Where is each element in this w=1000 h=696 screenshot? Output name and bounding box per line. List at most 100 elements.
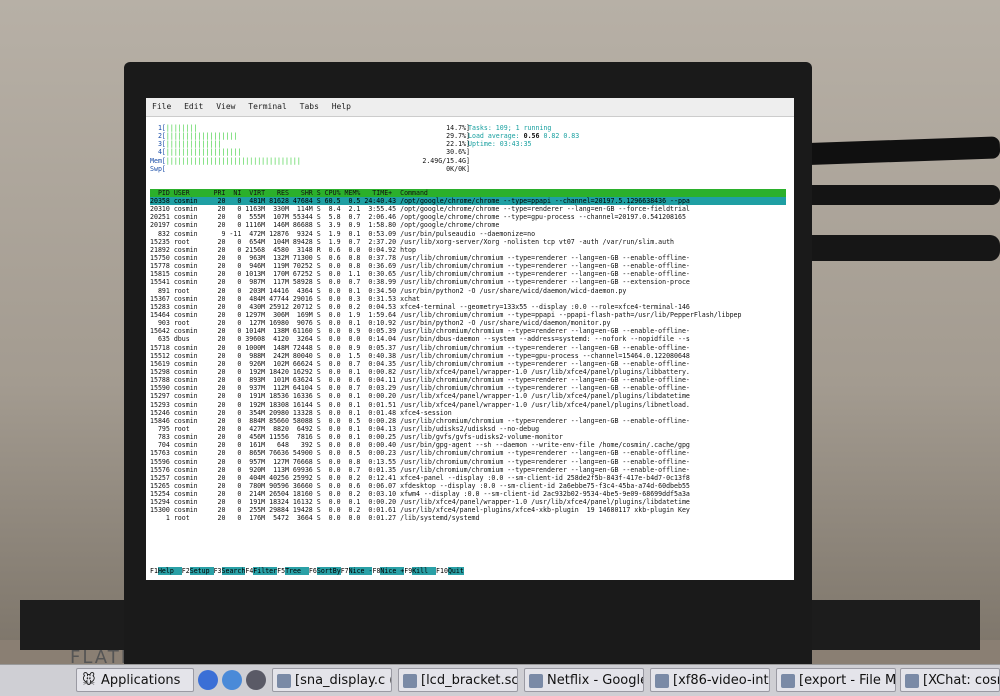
fkey-f5[interactable]: F5 bbox=[277, 567, 286, 576]
taskbar-window-title: [export - File Man... bbox=[799, 673, 896, 688]
process-row[interactable]: 21892 cosmin 20 0 21568 4580 3148 R 0.6 … bbox=[150, 246, 786, 254]
process-row[interactable]: 635 dbus 20 0 39608 4120 3264 S 0.0 0.0 … bbox=[150, 335, 786, 343]
process-row[interactable]: 15294 cosmin 20 0 191M 18324 16132 S 0.0… bbox=[150, 498, 786, 506]
meter-value: 0K/0K] bbox=[446, 164, 470, 173]
meter-bar: |||||||||||||||||| bbox=[165, 132, 238, 141]
mouse-icon: 🐭 bbox=[82, 673, 96, 688]
fkey-label[interactable]: Kill bbox=[412, 567, 437, 576]
fkey-f1[interactable]: F1 bbox=[150, 567, 158, 576]
fkey-label[interactable]: Quit bbox=[447, 567, 464, 576]
fkey-f2[interactable]: F2 bbox=[181, 567, 190, 576]
process-row[interactable]: 783 cosmin 20 0 456M 11556 7816 S 0.0 0.… bbox=[150, 433, 786, 441]
process-row[interactable]: 15300 cosmin 20 0 255M 29884 19428 S 0.0… bbox=[150, 506, 786, 514]
fkey-f3[interactable]: F3 bbox=[213, 567, 222, 576]
process-row[interactable]: 15297 cosmin 20 0 191M 18536 16336 S 0.0… bbox=[150, 392, 786, 400]
process-row[interactable]: 15846 cosmin 20 0 884M 85660 58088 S 0.0… bbox=[150, 417, 786, 425]
taskbar-window-button[interactable]: [sna_display.c (~... bbox=[272, 668, 392, 692]
process-row[interactable]: 1 root 20 0 176M 5472 3664 S 0.0 0.0 0:0… bbox=[150, 514, 786, 522]
fkey-f8[interactable]: F8 bbox=[372, 567, 381, 576]
process-row[interactable]: 15541 cosmin 20 0 987M 117M 58928 S 0.0 … bbox=[150, 278, 786, 286]
process-row[interactable]: 15464 cosmin 20 0 1297M 306M 169M S 0.0 … bbox=[150, 311, 786, 319]
meter-value: 30.6%] bbox=[446, 148, 470, 157]
meter-label: 4[ bbox=[150, 148, 166, 157]
menu-help[interactable]: Help bbox=[332, 102, 351, 111]
process-row[interactable]: 15283 cosmin 20 0 430M 25912 20712 S 0.0… bbox=[150, 303, 786, 311]
fkey-f6[interactable]: F6 bbox=[308, 567, 317, 576]
process-row[interactable]: 15788 cosmin 20 0 893M 101M 63624 S 0.0 … bbox=[150, 376, 786, 384]
taskbar-window-button[interactable]: [XChat: cosm bbox=[900, 668, 1000, 692]
meter-1: 1[|||||||| 14.7%] bbox=[150, 124, 470, 132]
process-row[interactable]: 20358 cosmin 20 0 481M 81628 47684 S 60.… bbox=[150, 197, 786, 206]
terminal-launcher-icon[interactable] bbox=[246, 670, 266, 690]
fkey-label[interactable]: Nice - bbox=[348, 567, 373, 576]
meter-bar: |||||||||||||| bbox=[165, 140, 222, 149]
menu-terminal[interactable]: Terminal bbox=[248, 102, 287, 111]
process-row[interactable]: 832 cosmin 9 -11 472M 12876 9324 S 1.9 0… bbox=[150, 230, 786, 238]
process-row[interactable]: 15265 cosmin 20 0 780M 90596 36660 S 0.0… bbox=[150, 482, 786, 490]
htop-view[interactable]: 1[|||||||| 14.7%] 2[|||||||||||||||||| 29.… bbox=[150, 120, 786, 576]
process-row[interactable]: 903 root 20 0 127M 16980 9076 S 0.0 0.1 … bbox=[150, 319, 786, 327]
process-row[interactable]: 15718 cosmin 20 0 1000M 148M 72448 S 0.0… bbox=[150, 344, 786, 352]
meter-bar: |||||||| bbox=[165, 124, 198, 132]
window-icon bbox=[655, 674, 669, 688]
fkey-f10[interactable]: F10 bbox=[436, 567, 448, 576]
process-row[interactable]: 15367 cosmin 20 0 484M 47744 29016 S 0.0… bbox=[150, 295, 786, 303]
process-row[interactable]: 15235 root 20 0 654M 104M 89428 S 1.9 0.… bbox=[150, 238, 786, 246]
meter-label: 2[ bbox=[150, 132, 166, 141]
process-row[interactable]: 15254 cosmin 20 0 214M 26504 18160 S 0.0… bbox=[150, 490, 786, 498]
meter-label: Swp[ bbox=[150, 164, 166, 173]
taskbar-window-button[interactable]: [export - File Man... bbox=[776, 668, 896, 692]
process-row[interactable]: 891 root 20 0 203M 14416 4364 S 0.0 0.1 … bbox=[150, 287, 786, 295]
process-row[interactable]: 15596 cosmin 20 0 957M 127M 76668 S 0.0 … bbox=[150, 458, 786, 466]
process-row[interactable]: 15298 cosmin 20 0 192M 18420 16292 S 0.0… bbox=[150, 368, 786, 376]
process-row[interactable]: 15815 cosmin 20 0 1013M 170M 67252 S 0.0… bbox=[150, 270, 786, 278]
fkey-label[interactable]: Search bbox=[221, 567, 246, 576]
browser-launcher-icon[interactable] bbox=[222, 670, 242, 690]
menu-view[interactable]: View bbox=[216, 102, 235, 111]
meter-bar: |||||||||||||||||||||||||||||||||| bbox=[165, 156, 301, 165]
applications-menu-button[interactable]: 🐭 Applications bbox=[76, 668, 194, 692]
taskbar-window-button[interactable]: [lcd_bracket.sca... bbox=[398, 668, 518, 692]
process-row[interactable]: 15763 cosmin 20 0 865M 76636 54900 S 0.0… bbox=[150, 449, 786, 457]
menu-file[interactable]: File bbox=[152, 102, 171, 111]
window-icon bbox=[905, 674, 919, 688]
process-table-header[interactable]: PID USER PRI NI VIRT RES SHR S CPU% MEM%… bbox=[150, 189, 786, 198]
fkey-label[interactable]: Help bbox=[157, 567, 182, 576]
menu-tabs[interactable]: Tabs bbox=[300, 102, 319, 111]
process-row[interactable]: 20310 cosmin 20 0 1163M 330M 114M S 8.4 … bbox=[150, 205, 786, 213]
process-row[interactable]: 20251 cosmin 20 0 555M 107M 55344 S 5.8 … bbox=[150, 213, 786, 221]
process-row[interactable]: 15750 cosmin 20 0 963M 132M 71300 S 0.6 … bbox=[150, 254, 786, 262]
process-row[interactable]: 15257 cosmin 20 0 404M 40256 25992 S 0.0… bbox=[150, 474, 786, 482]
menu-edit[interactable]: Edit bbox=[184, 102, 203, 111]
process-row[interactable]: 15293 cosmin 20 0 192M 18308 16144 S 0.0… bbox=[150, 401, 786, 409]
process-row[interactable]: 15512 cosmin 20 0 988M 242M 80040 S 0.0 … bbox=[150, 352, 786, 360]
fkey-label[interactable]: Nice + bbox=[380, 567, 405, 576]
fkey-label[interactable]: Filter bbox=[253, 567, 278, 576]
fkey-f4[interactable]: F4 bbox=[245, 567, 254, 576]
fkey-label[interactable]: Tree bbox=[285, 567, 309, 576]
process-row[interactable]: 795 root 20 0 427M 8820 6492 S 0.0 0.1 0… bbox=[150, 425, 786, 433]
process-row[interactable]: 15590 cosmin 20 0 937M 112M 64104 S 0.0 … bbox=[150, 384, 786, 392]
process-row[interactable]: 704 cosmin 20 0 161M 648 392 S 0.0 0.0 0… bbox=[150, 441, 786, 449]
window-icon bbox=[781, 674, 795, 688]
meter-4: 4[||||||||||||||||||| 30.6%] bbox=[150, 148, 470, 156]
fkey-label[interactable]: SortBy bbox=[316, 567, 341, 576]
process-row[interactable]: 15619 cosmin 20 0 926M 102M 66624 S 0.0 … bbox=[150, 360, 786, 368]
taskbar-window-button[interactable]: Netflix - Google ... bbox=[524, 668, 644, 692]
window-icon bbox=[403, 674, 417, 688]
fkey-f9[interactable]: F9 bbox=[404, 567, 413, 576]
process-row[interactable]: 15642 cosmin 20 0 1014M 138M 61160 S 0.0… bbox=[150, 327, 786, 335]
taskbar-window-button[interactable]: [xf86-video-intel ... bbox=[650, 668, 770, 692]
meter-mem: Mem[|||||||||||||||||||||||||||||||||| 2.… bbox=[150, 157, 470, 165]
meter-swp: Swp[ 0K/0K] bbox=[150, 165, 470, 173]
fkey-label[interactable]: Setup bbox=[189, 567, 214, 576]
process-table[interactable]: 20358 cosmin 20 0 481M 81628 47684 S 60.… bbox=[150, 197, 786, 523]
process-row[interactable]: 20197 cosmin 20 0 1116M 146M 86688 S 3.9… bbox=[150, 221, 786, 229]
process-row[interactable]: 15246 cosmin 20 0 354M 20980 13328 S 0.0… bbox=[150, 409, 786, 417]
process-row[interactable]: 15778 cosmin 20 0 946M 119M 70252 S 0.0 … bbox=[150, 262, 786, 270]
process-row[interactable]: 15576 cosmin 20 0 920M 113M 69936 S 0.0 … bbox=[150, 466, 786, 474]
taskbar-window-title: [sna_display.c (~... bbox=[295, 673, 391, 688]
fkey-f7[interactable]: F7 bbox=[340, 567, 349, 576]
meter-label: 3[ bbox=[150, 140, 166, 149]
launcher-icon[interactable] bbox=[198, 670, 218, 690]
